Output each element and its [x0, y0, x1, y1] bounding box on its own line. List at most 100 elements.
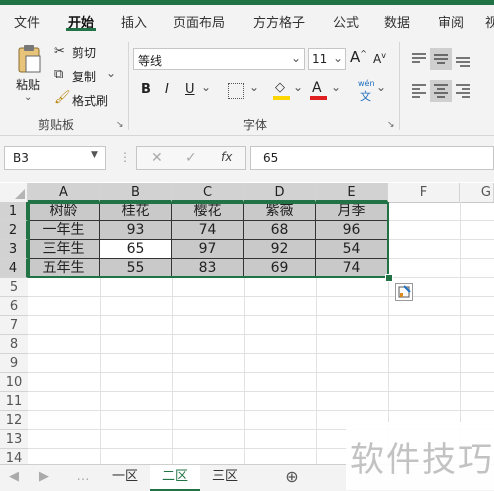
- underline-dropdown-icon[interactable]: ⌄: [201, 80, 211, 94]
- table-header-cell[interactable]: 紫薇: [244, 202, 316, 221]
- italic-button[interactable]: I: [165, 82, 169, 97]
- table-cell[interactable]: 93: [100, 221, 172, 240]
- font-name-combobox[interactable]: 等线 ⌄: [133, 48, 305, 70]
- table-cell[interactable]: 54: [316, 240, 388, 259]
- ribbon-separator: [128, 42, 129, 130]
- table-cell[interactable]: 92: [244, 240, 316, 259]
- prev-sheet-icon[interactable]: ◀: [6, 465, 22, 489]
- table-cell[interactable]: 83: [172, 259, 244, 278]
- formula-input[interactable]: 65: [250, 146, 494, 170]
- copy-button[interactable]: 复制: [72, 68, 96, 85]
- row-header-13[interactable]: 13: [0, 430, 28, 449]
- table-cell[interactable]: 96: [316, 221, 388, 240]
- active-cell[interactable]: 65: [100, 240, 172, 259]
- row-header-8[interactable]: 8: [0, 335, 28, 354]
- sheet-tab-1[interactable]: 一区: [100, 465, 150, 489]
- name-box[interactable]: B3 ▼: [4, 146, 106, 170]
- tab-file[interactable]: 文件: [14, 12, 40, 31]
- quick-analysis-button[interactable]: [395, 283, 413, 301]
- name-box-value: B3: [13, 151, 29, 165]
- row-header-11[interactable]: 11: [0, 392, 28, 411]
- underline-button[interactable]: U: [185, 82, 195, 97]
- font-color-button[interactable]: A: [312, 80, 322, 96]
- row-header-2[interactable]: 2: [0, 221, 28, 240]
- clipboard-launcher-icon[interactable]: ↘: [116, 118, 124, 132]
- table-header-cell[interactable]: 树龄: [28, 202, 100, 221]
- row-header-12[interactable]: 12: [0, 411, 28, 430]
- column-header-d[interactable]: D: [244, 183, 316, 202]
- tab-fangfang[interactable]: 方方格子: [253, 12, 305, 31]
- enter-icon[interactable]: ✓: [185, 150, 197, 166]
- alignment-icons[interactable]: [408, 48, 494, 108]
- table-cell[interactable]: 69: [244, 259, 316, 278]
- phonetic-dropdown-icon[interactable]: ⌄: [376, 80, 386, 94]
- border-icon[interactable]: [228, 83, 244, 99]
- table-cell[interactable]: 68: [244, 221, 316, 240]
- more-sheets-icon[interactable]: …: [75, 465, 91, 489]
- paste-label[interactable]: 粘贴: [16, 76, 40, 93]
- table-cell[interactable]: 五年生: [28, 259, 100, 278]
- sheet-tab-3[interactable]: 三区: [200, 465, 250, 489]
- row-header-10[interactable]: 10: [0, 373, 28, 392]
- cancel-icon[interactable]: ✕: [151, 150, 163, 166]
- bold-button[interactable]: B: [141, 82, 151, 97]
- table-header-cell[interactable]: 月季: [316, 202, 388, 221]
- column-header-g[interactable]: G: [460, 183, 494, 202]
- tab-insert[interactable]: 插入: [121, 12, 147, 31]
- paste-dropdown-icon[interactable]: ⌄: [24, 92, 32, 103]
- copy-dropdown-icon[interactable]: ⌄: [106, 66, 116, 80]
- column-header-c[interactable]: C: [172, 183, 244, 202]
- cut-button[interactable]: 剪切: [72, 44, 96, 61]
- row-header-7[interactable]: 7: [0, 316, 28, 335]
- table-cell[interactable]: 55: [100, 259, 172, 278]
- tab-review[interactable]: 审阅: [438, 12, 464, 31]
- chevron-down-icon[interactable]: ⌄: [291, 51, 301, 65]
- format-painter-button[interactable]: 格式刷: [72, 92, 108, 109]
- chevron-down-icon[interactable]: ▼: [91, 150, 98, 160]
- tab-data[interactable]: 数据: [384, 12, 410, 31]
- table-header-cell[interactable]: 桂花: [100, 202, 172, 221]
- formula-value: 65: [263, 151, 279, 165]
- quick-analysis-icon: [398, 285, 411, 298]
- phonetic-guide-button[interactable]: 文: [360, 88, 371, 104]
- font-launcher-icon[interactable]: ↘: [387, 118, 395, 132]
- add-sheet-icon[interactable]: ⊕: [280, 465, 304, 489]
- column-header-a[interactable]: A: [28, 183, 100, 202]
- next-sheet-icon[interactable]: ▶: [36, 465, 52, 489]
- paste-icon[interactable]: [16, 44, 42, 74]
- row-header-3[interactable]: 3: [0, 240, 28, 259]
- row-header-5[interactable]: 5: [0, 278, 28, 297]
- row-header-1[interactable]: 1: [0, 202, 28, 221]
- font-color-dropdown-icon[interactable]: ⌄: [331, 80, 341, 94]
- table-cell[interactable]: 一年生: [28, 221, 100, 240]
- grow-font-button[interactable]: A^: [350, 48, 367, 66]
- sheet-tab-2[interactable]: 二区: [150, 465, 200, 491]
- select-all-icon[interactable]: [15, 189, 25, 199]
- font-size-combobox[interactable]: 11 ⌄: [308, 48, 346, 70]
- row-header-6[interactable]: 6: [0, 297, 28, 316]
- row-header-4[interactable]: 4: [0, 259, 28, 278]
- chevron-down-icon[interactable]: ⌄: [333, 51, 343, 65]
- table-cell[interactable]: 97: [172, 240, 244, 259]
- column-header-e[interactable]: E: [316, 183, 388, 202]
- row-header-9[interactable]: 9: [0, 354, 28, 373]
- tab-page-layout[interactable]: 页面布局: [173, 12, 225, 31]
- cut-icon[interactable]: ✂: [54, 45, 65, 59]
- column-header-f[interactable]: F: [388, 183, 460, 202]
- column-header-b[interactable]: B: [100, 183, 172, 202]
- insert-function-icon[interactable]: fx: [221, 150, 232, 164]
- tab-formulas[interactable]: 公式: [333, 12, 359, 31]
- table-cell[interactable]: 74: [316, 259, 388, 278]
- table-cell[interactable]: 三年生: [28, 240, 100, 259]
- table-header-cell[interactable]: 樱花: [172, 202, 244, 221]
- tab-view[interactable]: 视: [485, 12, 494, 31]
- border-dropdown-icon[interactable]: ⌄: [249, 80, 259, 94]
- fill-color-icon[interactable]: ◇: [275, 81, 285, 95]
- table-cell[interactable]: 74: [172, 221, 244, 240]
- fill-handle[interactable]: [385, 274, 393, 282]
- ribbon-separator: [399, 42, 400, 130]
- shrink-font-button[interactable]: Av: [373, 51, 386, 66]
- copy-icon[interactable]: ⧉: [54, 68, 63, 82]
- fill-color-dropdown-icon[interactable]: ⌄: [293, 80, 303, 94]
- format-painter-icon[interactable]: 🖌: [54, 91, 71, 105]
